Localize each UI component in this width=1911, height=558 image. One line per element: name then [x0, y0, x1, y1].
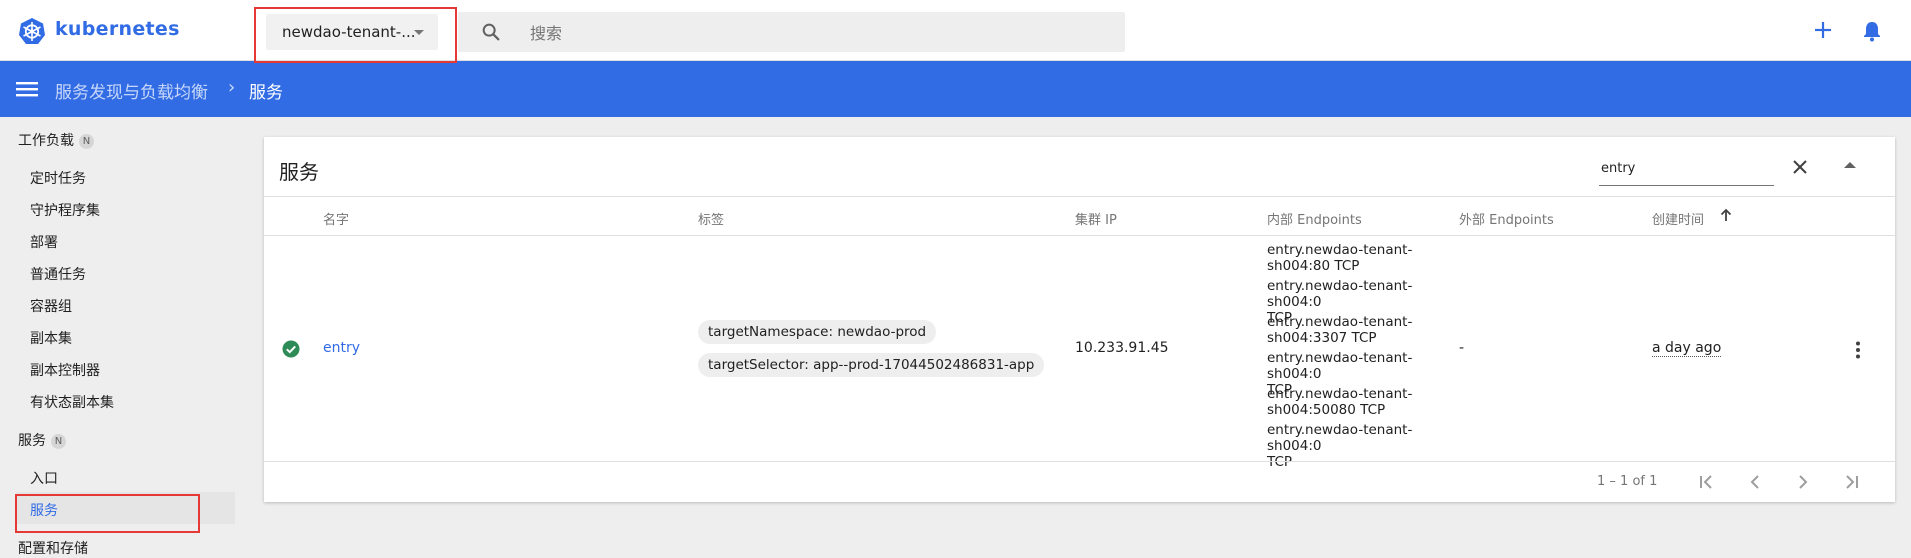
search-input[interactable] — [528, 12, 1112, 54]
namespaced-badge: N — [51, 434, 66, 449]
filter-input[interactable] — [1599, 152, 1774, 186]
service-name-link[interactable]: entry — [323, 340, 360, 356]
namespace-selector-value: newdao-tenant-... — [282, 23, 416, 41]
internal-endpoint: entry.newdao-tenant-sh004:0 TCP — [1267, 422, 1442, 470]
close-icon[interactable] — [1788, 155, 1812, 179]
sidebar-item-replicasets[interactable]: 副本集 — [30, 328, 72, 348]
divider — [264, 196, 1895, 197]
column-header-internal-endpoints: 内部 Endpoints — [1267, 213, 1362, 228]
sidebar-item-pods[interactable]: 容器组 — [30, 296, 72, 316]
menu-icon[interactable] — [16, 80, 38, 98]
more-vert-icon[interactable] — [1855, 340, 1861, 360]
namespace-selector[interactable]: newdao-tenant-... — [266, 14, 438, 50]
check-circle-icon — [282, 340, 300, 358]
internal-endpoint-text: entry.newdao-tenant-sh004:0 — [1267, 350, 1413, 382]
pagination-range: 1 – 1 of 1 — [1597, 474, 1658, 489]
chevron-left-icon[interactable] — [1744, 471, 1766, 493]
label-chip: targetNamespace: newdao-prod — [698, 320, 937, 344]
sidebar-item-daemonsets[interactable]: 守护程序集 — [30, 200, 100, 220]
external-endpoints: - — [1459, 340, 1465, 356]
breadcrumb-current: 服务 — [249, 83, 283, 103]
search-bar — [458, 12, 1125, 54]
search-icon — [482, 23, 500, 41]
internal-endpoint-text: sh004:80 TCP — [1267, 258, 1360, 274]
sidebar-item-services[interactable]: 服务 — [30, 500, 58, 520]
cluster-ip: 10.233.91.45 — [1075, 340, 1169, 356]
internal-endpoint-text: entry.newdao-tenant- — [1267, 386, 1413, 402]
brand-name[interactable]: kubernetes — [55, 18, 180, 40]
internal-endpoint: entry.newdao-tenant-sh004:50080 TCP — [1267, 386, 1442, 418]
sidebar-item-deployments[interactable]: 部署 — [30, 232, 58, 252]
sidebar-item-cronjobs[interactable]: 定时任务 — [30, 168, 86, 188]
internal-endpoint-text: TCP — [1267, 454, 1293, 470]
create-button[interactable] — [1810, 17, 1836, 43]
internal-endpoint-text: sh004:3307 TCP — [1267, 330, 1377, 346]
plus-icon — [1815, 22, 1831, 38]
last-page-icon[interactable] — [1840, 471, 1862, 493]
nav-group-label: 服务 — [18, 433, 46, 449]
label-chip: targetSelector: app--prod-17044502486831… — [698, 353, 1045, 377]
caret-up-icon[interactable] — [1844, 162, 1856, 168]
bell-icon[interactable] — [1860, 19, 1884, 43]
internal-endpoint-text: entry.newdao-tenant- — [1267, 242, 1413, 258]
column-header-cluster-ip: 集群 IP — [1075, 213, 1117, 228]
chevron-down-icon — [414, 30, 424, 35]
nav-group-workloads[interactable]: 工作负载 N — [18, 130, 94, 150]
arrow-up-icon[interactable] — [1719, 207, 1733, 223]
kubernetes-logo-icon[interactable] — [18, 17, 46, 45]
nav-group-label: 工作负载 — [18, 133, 74, 149]
divider — [264, 235, 1895, 236]
first-page-icon[interactable] — [1696, 471, 1718, 493]
internal-endpoint-text: entry.newdao-tenant-sh004:0 — [1267, 278, 1413, 310]
internal-endpoint: entry.newdao-tenant-sh004:80 TCP — [1267, 242, 1442, 274]
breadcrumb-parent[interactable]: 服务发现与负载均衡 — [55, 78, 208, 103]
chevron-right-icon[interactable] — [1792, 471, 1814, 493]
chevron-right-icon: › — [228, 77, 236, 98]
nav-group-config[interactable]: 配置和存储 — [18, 538, 88, 558]
internal-endpoint-text: entry.newdao-tenant- — [1267, 314, 1413, 330]
created-time[interactable]: a day ago — [1652, 340, 1722, 357]
column-header-labels: 标签 — [698, 213, 725, 228]
sidebar-item-replicationcontrollers[interactable]: 副本控制器 — [30, 360, 100, 380]
card-title: 服务 — [279, 160, 319, 184]
divider — [264, 461, 1895, 462]
nav-group-label: 配置和存储 — [18, 541, 88, 557]
column-header-created[interactable]: 创建时间 — [1652, 209, 1704, 228]
internal-endpoint-text: sh004:50080 TCP — [1267, 402, 1386, 418]
top-bar: kubernetes newdao-tenant-... — [0, 0, 1911, 61]
internal-endpoint-text: entry.newdao-tenant-sh004:0 — [1267, 422, 1413, 454]
sidebar-item-jobs[interactable]: 普通任务 — [30, 264, 86, 284]
nav-group-discovery[interactable]: 服务 N — [18, 430, 66, 450]
column-header-external-endpoints: 外部 Endpoints — [1459, 213, 1554, 228]
column-header-name: 名字 — [323, 213, 350, 228]
sidebar-item-ingresses[interactable]: 入口 — [30, 468, 58, 488]
namespaced-badge: N — [79, 134, 94, 149]
services-card: 服务 名字 标签 集群 IP 内部 Endpoints 外部 Endpoints… — [264, 137, 1895, 502]
sidebar-item-statefulsets[interactable]: 有状态副本集 — [30, 392, 114, 412]
breadcrumb-bar: 服务发现与负载均衡 › 服务 — [0, 61, 1911, 117]
internal-endpoint: entry.newdao-tenant-sh004:3307 TCP — [1267, 314, 1442, 346]
